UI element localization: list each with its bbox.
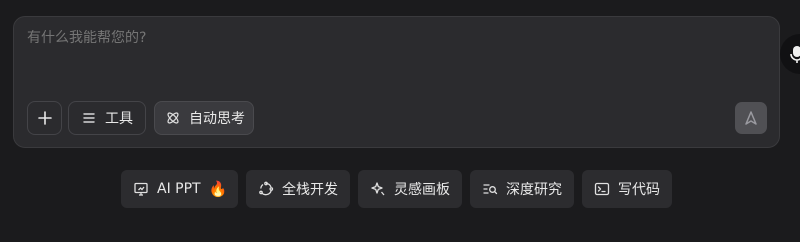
chip-fullstack-dev[interactable]: 全栈开发 <box>246 170 350 208</box>
add-button[interactable] <box>27 101 62 135</box>
microphone-icon <box>790 45 800 63</box>
chip-label: 写代码 <box>618 182 660 198</box>
chip-inspiration-board[interactable]: 灵感画板 <box>358 170 462 208</box>
tools-label: 工具 <box>105 111 133 127</box>
tools-button[interactable]: 工具 <box>68 101 146 135</box>
sparkle-icon <box>370 181 386 197</box>
voice-input-button[interactable] <box>780 34 800 74</box>
send-button[interactable] <box>735 102 767 134</box>
chip-label: AI PPT <box>157 181 201 197</box>
send-arrow-icon <box>743 110 759 126</box>
chip-deep-research[interactable]: 深度研究 <box>470 170 574 208</box>
suggestion-bar: AI PPT 🔥 全栈开发 灵感画板 深度研究 写代码 <box>0 170 800 208</box>
plus-icon <box>37 110 53 126</box>
slides-icon <box>133 181 149 197</box>
cycle-icon <box>258 181 274 197</box>
chip-label: 全栈开发 <box>282 182 338 198</box>
atom-icon <box>165 110 181 126</box>
prompt-input[interactable] <box>27 30 727 46</box>
terminal-icon <box>594 181 610 197</box>
auto-think-toggle[interactable]: 自动思考 <box>154 101 254 135</box>
fire-badge: 🔥 <box>208 180 228 198</box>
research-icon <box>482 181 498 197</box>
chip-label: 灵感画板 <box>394 182 450 198</box>
chip-write-code[interactable]: 写代码 <box>582 170 672 208</box>
chat-composer: 工具 自动思考 <box>13 16 780 148</box>
list-icon <box>81 110 97 126</box>
chip-ai-ppt[interactable]: AI PPT 🔥 <box>121 170 238 208</box>
auto-think-label: 自动思考 <box>189 111 245 127</box>
chip-label: 深度研究 <box>506 182 562 198</box>
